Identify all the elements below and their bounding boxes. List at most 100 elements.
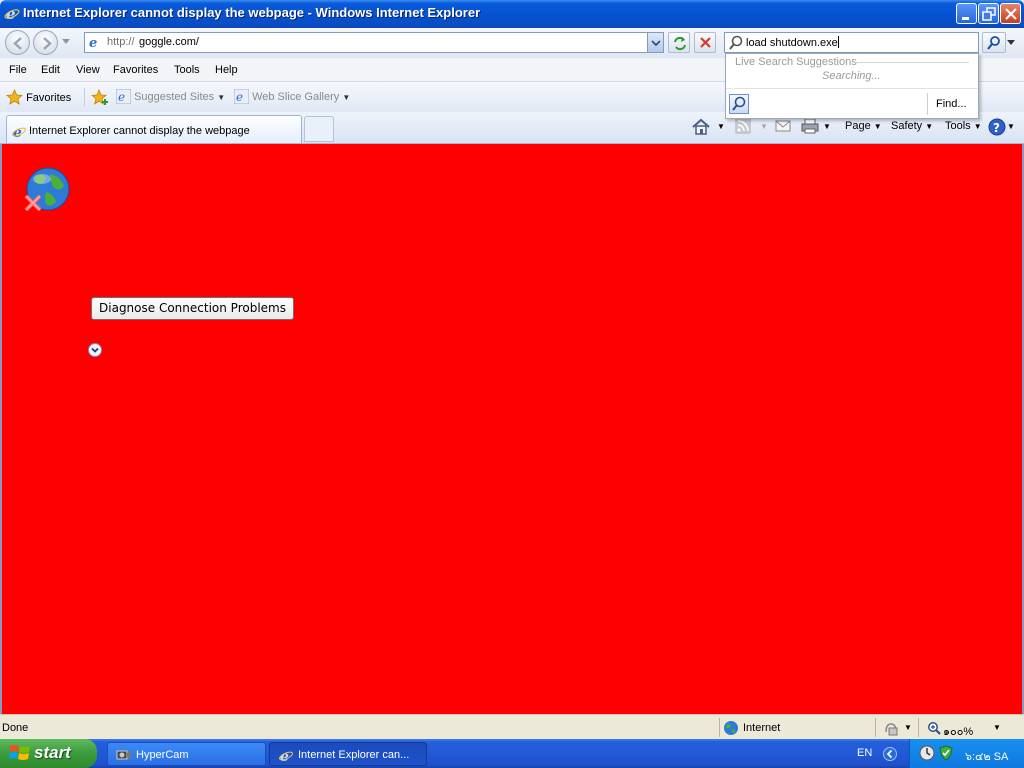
menu-file[interactable]: File xyxy=(9,64,27,76)
show-hidden-icons-icon[interactable] xyxy=(883,747,897,761)
footer-divider xyxy=(927,93,928,115)
taskbar-item-internet-explorer[interactable]: e Internet Explorer can... xyxy=(269,742,427,766)
status-text: Done xyxy=(2,722,29,734)
stop-icon xyxy=(700,37,711,48)
svg-text:e: e xyxy=(118,90,125,104)
protected-mode-icon[interactable] xyxy=(883,720,899,736)
ie-logo-icon: e xyxy=(12,125,26,139)
read-mail-icon[interactable] xyxy=(775,119,791,133)
search-provider-button[interactable] xyxy=(729,94,749,114)
window-title: Internet Explorer cannot display the web… xyxy=(23,5,481,20)
zoom-level[interactable]: ๑๐๐% xyxy=(943,722,973,740)
clock[interactable]: ๖:๔๒ SA xyxy=(965,747,1008,765)
favbar-divider xyxy=(84,88,85,106)
zoom-icon[interactable] xyxy=(927,721,941,735)
menu-favorites[interactable]: Favorites xyxy=(113,64,158,76)
minimize-button[interactable] xyxy=(956,3,977,24)
close-button[interactable] xyxy=(1000,3,1021,24)
zoom-dropdown-icon[interactable]: ▼ xyxy=(993,723,1001,732)
safety-menu-label: Safety xyxy=(891,120,923,132)
favorites-label: Favorites xyxy=(26,92,72,104)
hypercam-icon xyxy=(116,750,131,760)
new-tab-button[interactable] xyxy=(304,116,334,142)
favorites-button[interactable]: Favorites xyxy=(5,89,72,105)
suggested-sites-label: Suggested Sites xyxy=(134,91,215,103)
ie-page-icon: e xyxy=(233,88,250,105)
home-icon[interactable] xyxy=(691,118,711,136)
menu-tools[interactable]: Tools xyxy=(174,64,200,76)
search-icon xyxy=(729,35,743,50)
refresh-button[interactable] xyxy=(668,32,690,53)
protected-mode-dropdown-icon[interactable]: ▼ xyxy=(904,723,912,732)
add-to-favorites-icon[interactable] xyxy=(91,89,109,107)
home-dropdown-icon[interactable]: ▼ xyxy=(717,122,725,131)
tools-menu-label: Tools xyxy=(945,120,971,132)
help-icon[interactable]: ? xyxy=(988,118,1006,136)
web-slice-gallery-link[interactable]: e Web Slice Gallery ▼ xyxy=(233,88,351,105)
web-slice-gallery-label: Web Slice Gallery xyxy=(252,91,340,103)
restore-button[interactable] xyxy=(978,3,999,24)
title-bar[interactable]: e Internet Explorer cannot display the w… xyxy=(0,0,1024,28)
dropdown-arrow-icon: ▼ xyxy=(973,122,982,131)
safety-menu[interactable]: Safety ▼ xyxy=(891,120,933,132)
recent-pages-dropdown[interactable] xyxy=(62,39,70,44)
magnifier-icon xyxy=(987,36,1000,50)
status-bar: Done Internet ▼ ๑๐๐% ▼ xyxy=(0,714,1024,739)
more-information-expand-icon[interactable] xyxy=(88,343,102,357)
search-button[interactable] xyxy=(982,32,1006,53)
menu-view[interactable]: View xyxy=(76,64,100,76)
internet-zone-globe-icon xyxy=(724,721,738,735)
url-host: goggle.com/ xyxy=(139,36,199,48)
print-dropdown-icon[interactable]: ▼ xyxy=(823,122,831,131)
page-content: Diagnose Connection Problems xyxy=(0,144,1024,714)
svg-text:?: ? xyxy=(993,121,1000,135)
stop-button[interactable] xyxy=(694,32,716,53)
minimize-icon xyxy=(962,17,969,20)
back-button[interactable] xyxy=(5,30,30,55)
network-error-globe-icon xyxy=(24,167,70,212)
forward-arrow-icon xyxy=(43,37,52,50)
security-shield-icon[interactable] xyxy=(938,745,954,761)
feeds-icon[interactable] xyxy=(735,118,751,134)
print-icon[interactable] xyxy=(801,118,819,134)
suggested-sites-link[interactable]: e Suggested Sites ▼ xyxy=(115,88,226,105)
tray-app-icon[interactable] xyxy=(919,745,935,761)
tab-active[interactable]: e Internet Explorer cannot display the w… xyxy=(6,115,302,143)
search-icon xyxy=(732,96,746,111)
status-divider xyxy=(875,718,876,737)
address-bar[interactable]: e http:// goggle.com/ xyxy=(84,32,664,53)
ie-page-icon: e xyxy=(115,88,132,105)
url-protocol: http:// xyxy=(107,36,135,48)
dropdown-arrow-icon: ▼ xyxy=(217,93,226,102)
close-icon xyxy=(1005,8,1017,20)
dropdown-arrow-icon: ▼ xyxy=(342,93,351,102)
search-query: load shutdown.exe xyxy=(746,37,838,49)
address-dropdown-button[interactable] xyxy=(647,33,663,52)
tab-label: Internet Explorer cannot display the web… xyxy=(29,125,250,137)
chevron-down-icon xyxy=(651,40,661,47)
security-zone-label[interactable]: Internet xyxy=(743,722,780,734)
search-input[interactable]: load shutdown.exe xyxy=(724,32,979,53)
page-menu[interactable]: Page ▼ xyxy=(845,120,882,132)
system-tray: ๖:๔๒ SA xyxy=(909,739,1024,768)
language-indicator[interactable]: EN xyxy=(857,747,872,759)
ie-logo-icon: e xyxy=(279,749,293,763)
feeds-dropdown-icon[interactable]: ▼ xyxy=(760,122,768,131)
svg-text:e: e xyxy=(89,36,97,49)
taskbar-item-hypercam[interactable]: HyperCam xyxy=(107,742,266,766)
help-dropdown-icon[interactable]: ▼ xyxy=(1007,122,1015,131)
searching-status: Searching... xyxy=(822,70,881,82)
suggestions-header: Live Search Suggestions xyxy=(735,56,857,68)
start-button[interactable]: start xyxy=(0,739,97,768)
find-on-page-link[interactable]: Find... xyxy=(936,98,967,110)
restore-icon xyxy=(982,7,996,21)
start-label: start xyxy=(34,743,71,762)
menu-help[interactable]: Help xyxy=(215,64,238,76)
menu-edit[interactable]: Edit xyxy=(41,64,60,76)
back-arrow-icon xyxy=(13,37,22,50)
search-options-dropdown[interactable] xyxy=(1007,40,1015,45)
forward-button[interactable] xyxy=(33,30,58,55)
diagnose-connection-button[interactable]: Diagnose Connection Problems xyxy=(91,297,294,320)
tools-menu[interactable]: Tools ▼ xyxy=(945,120,982,132)
refresh-icon xyxy=(674,36,686,51)
